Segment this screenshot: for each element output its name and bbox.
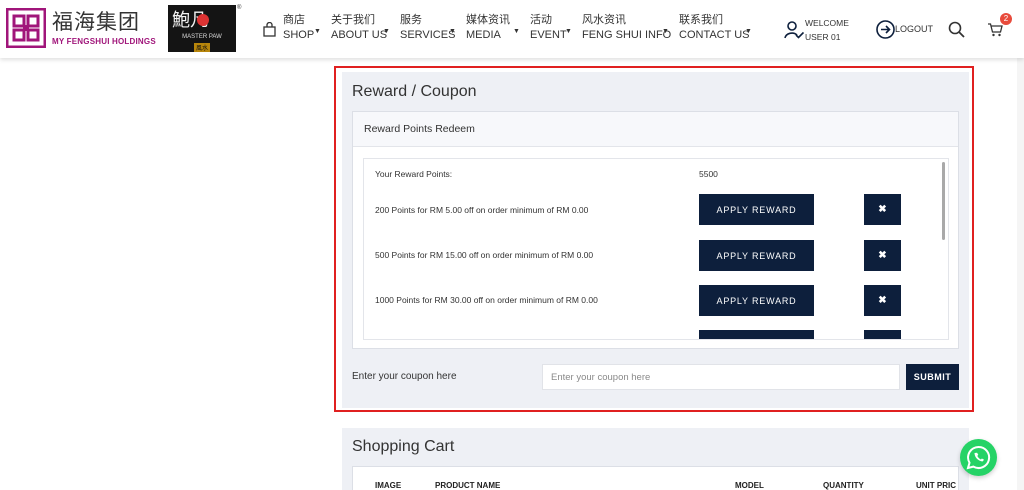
- reward-option-label: 200 Points for RM 5.00 off on order mini…: [375, 205, 589, 215]
- brand-logo-icon[interactable]: [6, 8, 46, 48]
- welcome-line1: WELCOME: [805, 18, 849, 28]
- chevron-down-icon[interactable]: ▼: [449, 28, 456, 35]
- logout-icon[interactable]: [876, 20, 895, 39]
- partner-tag: 風水: [194, 43, 211, 52]
- partner-name-en: MASTER PAW: [182, 34, 222, 40]
- nav-fengshui-en: FENG SHUI INFO: [582, 29, 672, 41]
- shopping-cart-title: Shopping Cart: [352, 438, 455, 455]
- chevron-down-icon[interactable]: ▼: [314, 28, 321, 35]
- search-icon[interactable]: [948, 21, 965, 38]
- remove-reward-button[interactable]: ✖: [864, 240, 901, 271]
- nav-contact-en: CONTACT US: [679, 29, 750, 41]
- nav-event[interactable]: 活动 EVENT: [530, 13, 567, 43]
- chevron-down-icon[interactable]: ▼: [513, 28, 520, 35]
- partner-logo[interactable]: 鮑凡 MASTER PAW 風水: [168, 5, 236, 52]
- remove-reward-button[interactable]: [864, 330, 901, 339]
- nav-services[interactable]: 服务 SERVICES: [400, 13, 455, 43]
- nav-about-en: ABOUT US: [331, 29, 388, 41]
- apply-reward-button[interactable]: APPLY REWARD: [699, 194, 814, 225]
- apply-reward-button[interactable]: [699, 330, 814, 339]
- reward-panel-header: Reward Points Redeem: [353, 112, 958, 147]
- cart-table: IMAGE PRODUCT NAME MODEL QUANTITY UNIT P…: [352, 466, 959, 490]
- cart-count-badge: 2: [1000, 13, 1012, 25]
- coupon-submit-button[interactable]: SUBMIT: [906, 364, 959, 390]
- nav-contact[interactable]: 联系我们 CONTACT US: [679, 13, 750, 43]
- reward-panel-title: Reward Points Redeem: [364, 123, 475, 135]
- site-header: 福海集团 MY FENGSHUI HOLDINGS 鮑凡 MASTER PAW …: [0, 0, 1024, 58]
- chevron-down-icon[interactable]: ▼: [565, 28, 572, 35]
- cart-col-product-name: PRODUCT NAME: [435, 481, 501, 490]
- page-scrollbar[interactable]: [1017, 0, 1024, 490]
- user-check-icon[interactable]: [784, 20, 804, 40]
- nav-contact-cn: 联系我们: [679, 14, 723, 26]
- points-value: 5500: [699, 169, 718, 179]
- nav-about[interactable]: 关于我们 ABOUT US: [331, 13, 387, 43]
- points-label: Your Reward Points:: [375, 169, 453, 179]
- brand-name-cn[interactable]: 福海集团: [52, 6, 140, 36]
- shopping-bag-icon: [263, 22, 276, 37]
- logout-link[interactable]: LOGOUT: [895, 24, 933, 34]
- whatsapp-button[interactable]: [960, 439, 997, 476]
- reward-option-label: 500 Points for RM 15.00 off on order min…: [375, 250, 594, 260]
- coupon-label: Enter your coupon here: [352, 371, 457, 382]
- nav-fengshui-info[interactable]: 风水资讯 FENG SHUI INFO: [582, 13, 671, 43]
- remove-reward-button[interactable]: ✖: [864, 285, 901, 316]
- reward-coupon-title: Reward / Coupon: [352, 83, 477, 100]
- chevron-down-icon[interactable]: ▼: [662, 28, 669, 35]
- nav-event-en: EVENT: [530, 29, 567, 41]
- reward-list-scroll[interactable]: Your Reward Points: 5500 200 Points for …: [363, 158, 949, 340]
- whatsapp-icon: [966, 445, 991, 470]
- nav-media-cn: 媒体资讯: [466, 14, 510, 26]
- nav-shop-en: SHOP: [283, 29, 315, 41]
- reward-option-label: 1000 Points for RM 30.00 off on order mi…: [375, 295, 598, 305]
- nav-event-cn: 活动: [530, 14, 552, 26]
- nav-about-cn: 关于我们: [331, 14, 375, 26]
- cart-col-image: IMAGE: [375, 481, 402, 490]
- nav-services-cn: 服务: [400, 14, 422, 26]
- brand-name-en[interactable]: MY FENGSHUI HOLDINGS: [52, 37, 156, 46]
- registered-mark: ®: [237, 5, 242, 11]
- remove-reward-button[interactable]: ✖: [864, 194, 901, 225]
- nav-shop[interactable]: 商店 SHOP: [283, 13, 314, 43]
- chevron-down-icon[interactable]: ▼: [383, 28, 390, 35]
- nav-fengshui-cn: 风水资讯: [582, 14, 626, 26]
- welcome-line2: USER 01: [805, 32, 841, 42]
- nav-services-en: SERVICES: [400, 29, 456, 41]
- cart-col-unit-price: UNIT PRIC: [916, 481, 956, 490]
- nav-shop-cn: 商店: [283, 14, 305, 26]
- welcome-user[interactable]: WELCOME USER 01: [805, 16, 849, 44]
- apply-reward-button[interactable]: APPLY REWARD: [699, 285, 814, 316]
- cart-col-model: MODEL: [735, 481, 764, 490]
- partner-logo-dot-icon: [197, 14, 209, 26]
- chevron-down-icon[interactable]: ▼: [745, 28, 752, 35]
- reward-points-panel: Reward Points Redeem Your Reward Points:…: [352, 111, 959, 349]
- cart-icon[interactable]: [987, 22, 1003, 37]
- nav-media-en: MEDIA: [466, 29, 501, 41]
- cart-col-quantity: QUANTITY: [823, 481, 864, 490]
- nav-media[interactable]: 媒体资讯 MEDIA: [466, 13, 510, 43]
- apply-reward-button[interactable]: APPLY REWARD: [699, 240, 814, 271]
- coupon-input[interactable]: [542, 364, 900, 390]
- reward-list-scrollbar[interactable]: [942, 162, 945, 240]
